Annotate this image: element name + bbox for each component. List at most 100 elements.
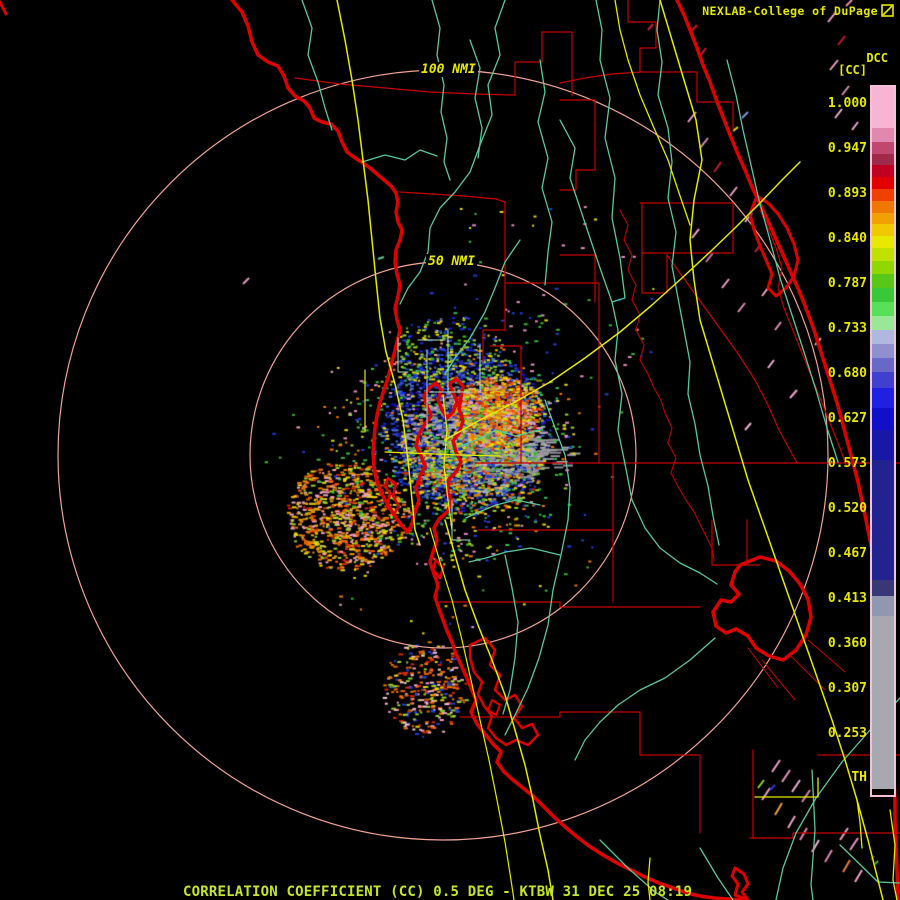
county-line	[399, 191, 506, 284]
county-line	[439, 601, 701, 608]
colorbar-segment	[872, 274, 894, 288]
colorbar-tick-label: 0.253	[827, 726, 867, 741]
colorbar-segment	[872, 288, 894, 302]
product-code-label: DCC	[866, 51, 888, 65]
county-line	[666, 254, 798, 464]
colorbar-segment	[872, 460, 894, 580]
county-line	[294, 77, 516, 96]
river	[504, 399, 571, 736]
colorbar-segment	[872, 154, 894, 165]
county-line	[459, 711, 641, 718]
river	[537, 59, 553, 286]
colorbar	[870, 85, 896, 797]
colorbar-segment	[872, 189, 894, 201]
city-boundary	[451, 499, 471, 541]
county-line	[639, 202, 734, 254]
colorbar-tick-label: 0.840	[827, 231, 867, 246]
river	[574, 637, 716, 761]
river	[595, 0, 626, 303]
colorbar-tick-label: 0.627	[827, 411, 867, 426]
colorbar-tick-label: TH	[851, 770, 867, 785]
colorbar-segment	[872, 789, 894, 795]
cod-logo-icon	[881, 4, 894, 17]
range-ring-label: 100 NMI	[419, 62, 478, 77]
colorbar-tick-label: 0.573	[827, 456, 867, 471]
colorbar-tick-label: 0.307	[827, 681, 867, 696]
colorbar-tick-label: 0.360	[827, 636, 867, 651]
river	[611, 301, 718, 585]
county-line	[627, 0, 734, 131]
product-title: CORRELATION COEFFICIENT (CC) 0.5 DEG - K…	[183, 884, 693, 900]
highway	[614, 0, 691, 226]
colorbar-segment	[872, 165, 894, 177]
river	[559, 119, 613, 303]
county-line	[639, 711, 701, 834]
colorbar-segment	[872, 261, 894, 274]
range-ring-50nmi	[249, 261, 637, 649]
city-boundary	[397, 337, 409, 373]
colorbar-segment	[872, 388, 894, 408]
colorbar-segment	[872, 248, 894, 261]
county-line	[482, 282, 506, 363]
range-ring-100nmi	[57, 69, 829, 841]
colorbar-tick-label: 0.413	[827, 591, 867, 606]
atlantic-coastline	[675, 0, 900, 900]
colorbar-segment	[872, 236, 894, 248]
colorbar-segment	[872, 580, 894, 596]
merritt-island	[748, 194, 800, 298]
highway-i4	[444, 161, 801, 441]
county-line	[559, 99, 596, 191]
river	[502, 554, 519, 715]
colorbar-tick-label: 0.893	[827, 186, 867, 201]
colorbar-tick-label: 0.787	[827, 276, 867, 291]
colorbar-segment	[872, 358, 894, 372]
naples-coast-blob	[730, 866, 750, 900]
colorbar-tick-label: 0.467	[827, 546, 867, 561]
range-ring-label: 50 NMI	[426, 254, 477, 269]
river	[361, 149, 438, 163]
colorbar-tick-label: 0.520	[827, 501, 867, 516]
county-line	[559, 254, 596, 303]
county-line	[489, 345, 522, 464]
colorbar-segment	[872, 224, 894, 236]
map-vectors	[0, 0, 900, 900]
colorbar-tick-label: 0.733	[827, 321, 867, 336]
bay-bridge	[384, 451, 501, 457]
colorbar-tick-label: 0.947	[827, 141, 867, 156]
indian-river-lagoon	[759, 209, 847, 466]
radar-display: NEXLAB-College of DuPage DCC [CC] 1.000 0…	[0, 0, 900, 900]
colorbar-segment	[872, 177, 894, 189]
colorbar-tick-label: 1.000	[827, 96, 867, 111]
units-label: [CC]	[838, 63, 867, 77]
colorbar-segment	[872, 128, 894, 142]
county-line	[641, 252, 668, 294]
gulf-coastline	[230, 0, 746, 900]
river	[468, 547, 561, 563]
colorbar-segment	[872, 596, 894, 616]
colorbar-segment	[872, 302, 894, 316]
canal-line	[761, 659, 796, 701]
river	[301, 0, 333, 131]
colorbar-segment	[872, 316, 894, 330]
corner-coast-fragment	[0, 0, 8, 16]
colorbar-segment	[872, 430, 894, 460]
colorbar-segment	[872, 616, 894, 789]
highway	[754, 777, 819, 798]
river	[469, 39, 483, 159]
colorbar-segment	[872, 372, 894, 388]
river	[465, 499, 541, 519]
colorbar-segment	[872, 330, 894, 344]
river	[810, 769, 816, 900]
river	[431, 0, 451, 181]
river	[460, 429, 541, 447]
colorbar-segment	[872, 87, 894, 128]
colorbar-segment	[872, 408, 894, 430]
colorbar-segment	[872, 142, 894, 154]
county-line	[749, 832, 900, 839]
colorbar-segment	[872, 201, 894, 213]
site-attribution: NEXLAB-College of DuPage	[702, 4, 878, 18]
colorbar-segment	[872, 213, 894, 224]
colorbar-tick-label: 0.680	[827, 366, 867, 381]
colorbar-segment	[872, 344, 894, 358]
river	[699, 847, 734, 900]
